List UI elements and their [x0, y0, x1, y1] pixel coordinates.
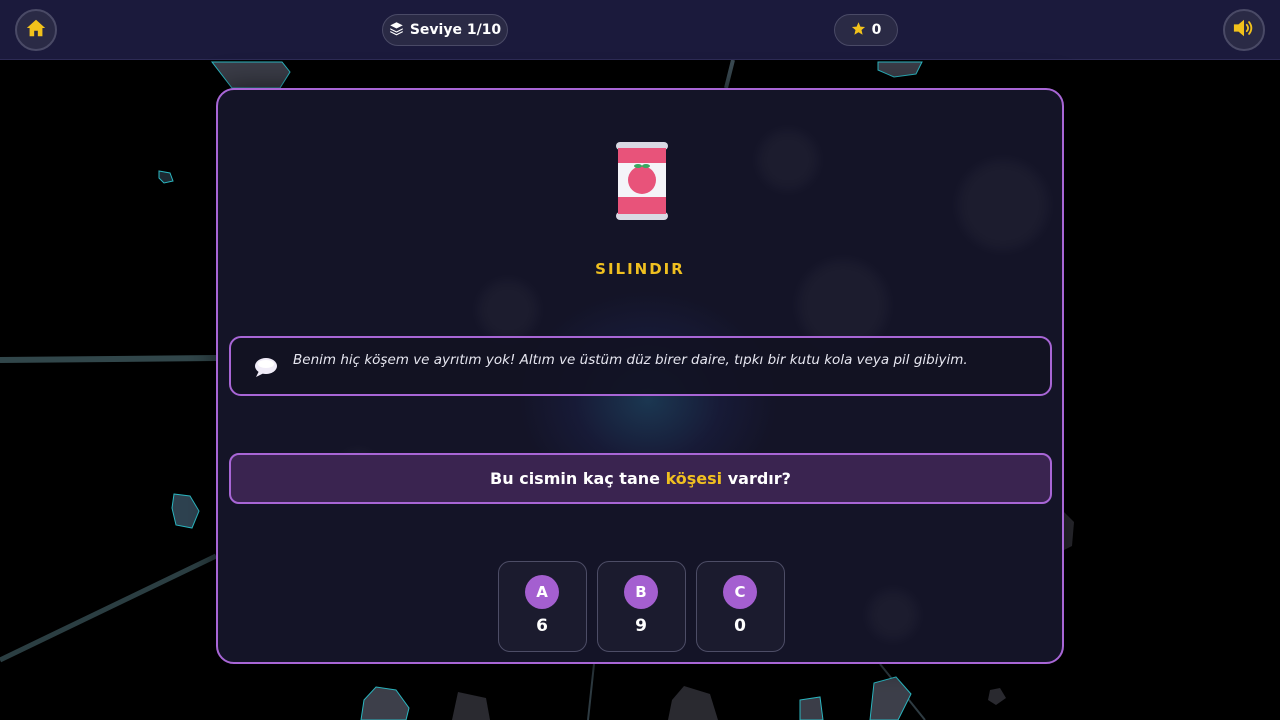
option-value: 9	[635, 616, 647, 636]
asteroid	[668, 686, 718, 720]
asteroid	[452, 692, 490, 720]
tomato-can-icon	[616, 142, 668, 220]
answer-options: A 6 B 9 C 0	[498, 561, 788, 653]
question-card: SILINDIR Benim hiç köşem ve ayrıtım yok!…	[216, 88, 1064, 664]
hint-box: Benim hiç köşem ve ayrıtım yok! Altım ve…	[229, 336, 1052, 396]
asteroid	[1064, 512, 1074, 550]
answer-option-a[interactable]: A 6	[498, 561, 587, 652]
level-label: Seviye 1/10	[409, 22, 502, 38]
shape-name: SILINDIR	[595, 260, 685, 278]
question-highlight: köşesi	[665, 469, 723, 488]
home-button[interactable]	[15, 9, 57, 51]
speech-bubble-icon	[253, 356, 279, 382]
hint-text: Benim hiç köşem ve ayrıtım yok! Altım ve…	[293, 352, 968, 368]
question-text: Bu cismin kaç tane köşesi vardır?	[490, 469, 791, 488]
layers-icon	[389, 21, 404, 40]
question-box: Bu cismin kaç tane köşesi vardır?	[229, 453, 1052, 504]
asteroid	[171, 493, 200, 529]
option-letter: C	[723, 575, 757, 609]
asteroid	[210, 61, 291, 89]
answer-option-c[interactable]: C 0	[696, 561, 785, 652]
asteroid	[799, 696, 824, 720]
home-icon	[25, 17, 47, 43]
answer-option-b[interactable]: B 9	[597, 561, 686, 652]
option-value: 0	[734, 616, 746, 636]
sound-button[interactable]	[1223, 9, 1265, 51]
option-letter: B	[624, 575, 658, 609]
asteroid	[869, 676, 912, 720]
option-value: 6	[536, 616, 548, 636]
asteroid	[877, 61, 923, 78]
asteroid	[360, 686, 410, 720]
asteroid	[158, 170, 174, 184]
level-indicator: Seviye 1/10	[382, 14, 508, 46]
asteroid	[988, 688, 1006, 705]
score-indicator: 0	[834, 14, 898, 46]
volume-icon	[1232, 17, 1256, 43]
star-icon	[851, 21, 866, 40]
top-bar: Seviye 1/10 0	[0, 0, 1280, 60]
score-value: 0	[871, 22, 882, 38]
option-letter: A	[525, 575, 559, 609]
